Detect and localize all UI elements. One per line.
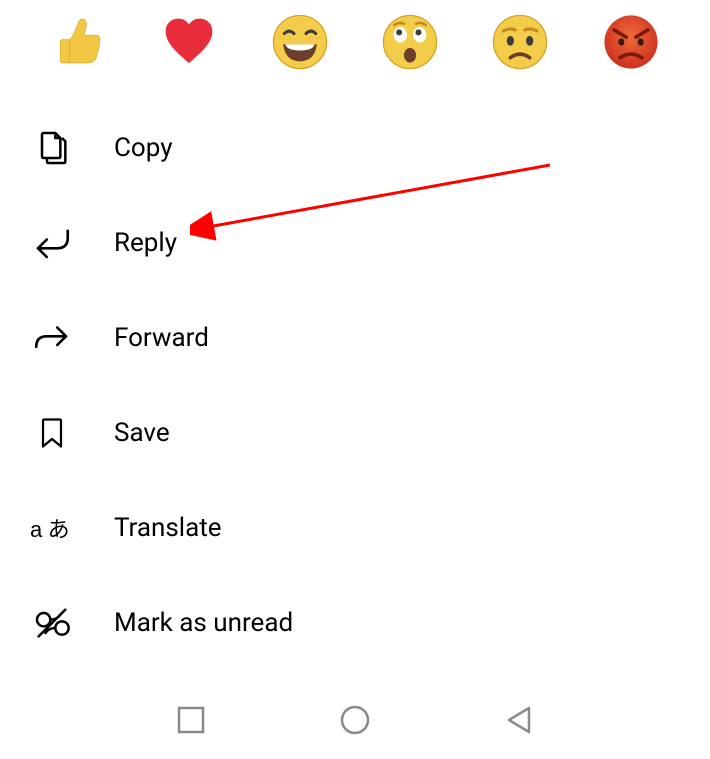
circle-icon (339, 704, 371, 736)
translate-icon: a あ (30, 506, 74, 550)
bookmark-icon (30, 411, 74, 455)
menu-label: Mark as unread (114, 608, 293, 638)
reaction-laughing[interactable] (269, 10, 331, 74)
menu-label: Forward (114, 323, 209, 353)
reactions-row (0, 0, 710, 86)
android-nav-bar (0, 681, 710, 759)
context-menu: Copy Reply Forward Save (0, 86, 710, 670)
triangle-back-icon (504, 705, 534, 735)
reaction-sad[interactable] (489, 10, 551, 74)
heart-icon (161, 14, 217, 70)
copy-icon (30, 126, 74, 170)
nav-back-button[interactable] (502, 703, 536, 737)
svg-text:あ: あ (48, 516, 70, 541)
forward-icon (30, 316, 74, 360)
menu-label: Translate (114, 513, 222, 543)
reply-icon (30, 221, 74, 265)
reaction-astonished[interactable] (379, 10, 441, 74)
thumbs-up-icon (51, 14, 107, 70)
reaction-heart[interactable] (158, 10, 220, 74)
square-icon (177, 706, 205, 734)
menu-item-save[interactable]: Save (30, 385, 710, 480)
menu-label: Copy (114, 133, 173, 163)
reaction-thumbs-up[interactable] (48, 10, 110, 74)
menu-item-copy[interactable]: Copy (30, 100, 710, 195)
nav-home-button[interactable] (338, 703, 372, 737)
laughing-icon (271, 13, 329, 71)
menu-item-forward[interactable]: Forward (30, 290, 710, 385)
angry-icon (602, 13, 660, 71)
reaction-angry[interactable] (600, 10, 662, 74)
nav-recent-button[interactable] (174, 703, 208, 737)
menu-label: Reply (114, 228, 177, 258)
menu-label: Save (114, 418, 170, 448)
menu-item-mark-unread[interactable]: Mark as unread (30, 575, 710, 670)
menu-item-translate[interactable]: a あ Translate (30, 480, 710, 575)
astonished-icon (381, 13, 439, 71)
mark-unread-icon (30, 601, 74, 645)
sad-icon (491, 13, 549, 71)
menu-item-reply[interactable]: Reply (30, 195, 710, 290)
svg-text:a: a (30, 516, 43, 541)
